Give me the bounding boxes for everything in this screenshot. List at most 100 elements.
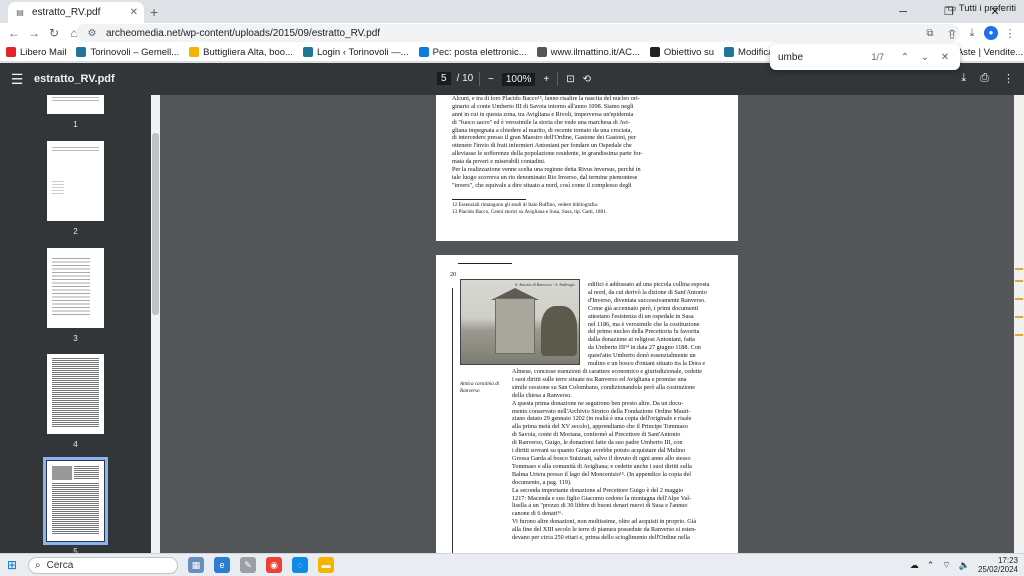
text-line: Balma Urtera presso il lago del Moncenis… <box>512 470 691 478</box>
profile-avatar-icon[interactable]: ● <box>984 26 998 40</box>
text-line: ginario al conte Umberto III di Savoia i… <box>452 102 634 110</box>
find-next-icon[interactable]: ⌄ <box>918 52 932 63</box>
back-icon[interactable]: ← <box>4 26 24 40</box>
search-placeholder: Cerca <box>46 559 74 571</box>
find-marker <box>1015 280 1023 282</box>
tray-expand-icon[interactable]: ⌃ <box>927 560 935 571</box>
reload-icon[interactable]: ↻ <box>44 26 64 40</box>
taskbar-search[interactable]: ⌕ Cerca <box>28 556 178 574</box>
page-thumbnail-5[interactable] <box>43 457 108 545</box>
bookmark-item[interactable]: Libero Mail <box>6 47 66 58</box>
text-line: alla fine del XIII secolo le terre di pi… <box>512 526 697 534</box>
chrome-icon[interactable]: ◉ <box>266 557 282 573</box>
zoom-input[interactable]: 100% <box>501 72 536 86</box>
margin-line <box>452 288 453 553</box>
clock[interactable]: 17:23 25/02/2024 <box>978 556 1018 574</box>
tree-shape <box>541 306 577 356</box>
zoom-out-icon[interactable]: − <box>488 74 494 85</box>
text-line: Tommaso e alla comunità di Avigliana; e … <box>512 462 692 470</box>
zoom-in-icon[interactable]: + <box>543 74 549 85</box>
bookmark-item[interactable]: Buttigliera Alta, boo... <box>189 47 293 58</box>
download-icon[interactable]: ⤓ <box>964 27 980 40</box>
forward-icon[interactable]: → <box>24 26 44 40</box>
text-line: documento, a pag. 119). <box>512 478 572 486</box>
footnote-rule <box>452 199 526 200</box>
page-thumbnail-2[interactable] <box>47 141 104 221</box>
all-bookmarks-label: Tutti i preferiti <box>958 3 1016 14</box>
find-previous-icon[interactable]: ⌃ <box>898 52 912 63</box>
new-tab-icon[interactable]: + <box>150 4 158 20</box>
text-line: Per la realizzazione venne scelta una re… <box>452 166 641 174</box>
bookmark-item[interactable]: Torinovoli – Gemell... <box>76 47 179 58</box>
pdf-download-icon[interactable]: ⤓ <box>961 72 966 85</box>
file-explorer-icon[interactable]: ▬ <box>318 557 334 573</box>
text-line: ziano datato 29 gennaio 1202 (in realtà … <box>512 415 692 423</box>
bookmark-favicon-icon <box>724 47 735 57</box>
text-line: nel 1186, ma è verosimile che la costitu… <box>588 320 700 328</box>
text-line: i suoi diritti sulle terre situate tra R… <box>512 375 687 383</box>
pdf-menu-icon[interactable]: ☰ <box>0 71 34 88</box>
network-icon[interactable]: ⌔ <box>942 560 950 571</box>
text-line: di Ranverso, Guigo, le donazioni fatte d… <box>512 439 683 447</box>
app-icon[interactable]: ✎ <box>240 557 256 573</box>
viewer-scrollbar[interactable] <box>1014 95 1024 553</box>
bookmark-item[interactable]: Pec: posta elettronic... <box>418 46 527 58</box>
text-line: "invers", che equivale a dire situato a … <box>452 181 632 189</box>
bookmark-item[interactable]: www.ilmattino.it/AC... <box>536 46 640 58</box>
install-app-icon[interactable]: ⧉ <box>922 28 938 39</box>
widgets-icon[interactable]: ▦ <box>188 557 204 573</box>
sidebar-scrollbar[interactable] <box>151 95 160 553</box>
bookmark-label: Pec: posta elettronic... <box>432 46 527 58</box>
side-panel-icon[interactable]: ▯ <box>944 27 960 40</box>
text-line: La seconda importante donazione al Prece… <box>512 486 684 494</box>
text-line: di Savoia, conte di Moriana, confermò al… <box>512 431 681 439</box>
page-number-input[interactable]: 5 <box>437 72 451 85</box>
edge-icon[interactable]: e <box>214 557 230 573</box>
minimize-icon[interactable]: ─ <box>880 6 926 18</box>
find-bar: umbe 1/7 ⌃ ⌄ ✕ <box>770 44 960 70</box>
print-icon[interactable]: ⎙ <box>980 72 989 85</box>
browser-tab[interactable]: ▤ estratto_RV.pdf ✕ <box>8 2 144 23</box>
bookmark-item[interactable]: Login ‹ Torinovoli —... <box>302 47 409 58</box>
close-tab-icon[interactable]: ✕ <box>130 7 138 18</box>
bookmark-label: www.ilmattino.it/AC... <box>550 46 640 58</box>
thumbnail-photo <box>52 466 72 480</box>
footnotes: 12 Essenziali rimangono gli studi di Ita… <box>452 202 678 216</box>
find-close-icon[interactable]: ✕ <box>938 52 952 63</box>
fit-page-icon[interactable]: ⊡ <box>566 74 574 85</box>
address-bar[interactable]: ⚙ archeomedia.net/wp-content/uploads/201… <box>76 24 960 42</box>
text-line: Grossa Garda al bosco Suisinait, salvo i… <box>512 454 691 462</box>
tab-strip: ▤ estratto_RV.pdf ✕ + ─ ❐ ✕ <box>0 0 1024 23</box>
system-tray: ☁ ⌃ ⌔ 🔈 17:23 25/02/2024 <box>910 556 1018 574</box>
pdf-more-icon[interactable]: ⋮ <box>1003 72 1014 85</box>
text-line: quest'atto Umberto donò essenzialmente u… <box>588 352 696 360</box>
thumbnail-number: 2 <box>73 227 78 236</box>
pdf-page-bottom: 20 S. Antonio di Ranverso - S. Ambrogio … <box>436 255 738 553</box>
navigation-bar: ← → ↻ ⌂ ⚙ archeomedia.net/wp-content/upl… <box>0 23 1024 43</box>
windows-start-icon[interactable]: ⊞ <box>0 558 24 572</box>
text-line: dalla donazione ai religiosi Antoniani, … <box>588 336 695 344</box>
text-line: 12 Essenziali rimangono gli studi di Ita… <box>452 202 599 208</box>
text-line: di intercedere presso il gran Maestro de… <box>452 134 636 142</box>
bookmark-item[interactable]: Obiettivo su <box>649 47 714 58</box>
text-line: della chiesa a Ranverso. <box>512 391 572 399</box>
rotate-icon[interactable]: ⟲ <box>583 74 591 85</box>
volume-icon[interactable]: 🔈 <box>959 560 970 571</box>
site-info-icon[interactable]: ⚙ <box>84 28 100 39</box>
menu-kebab-icon[interactable]: ⋮ <box>1002 27 1018 40</box>
page-thumbnail-3[interactable] <box>47 248 104 328</box>
page-thumbnail-1[interactable] <box>47 95 104 114</box>
find-input[interactable]: umbe <box>778 52 865 63</box>
text-line: A questa prima donazione ne seguirono be… <box>512 399 684 407</box>
text-line: al nord, da cui derivò la dizione di San… <box>588 288 707 296</box>
text-line: Alcuni, e tra di loro Placido Bacco¹³, f… <box>452 95 640 102</box>
scrollbar-thumb[interactable] <box>152 133 159 315</box>
page-thumbnail-4[interactable] <box>47 354 104 434</box>
weather-icon[interactable]: ☁ <box>910 560 919 571</box>
all-bookmarks-button[interactable]: ▭ Tutti i preferiti <box>947 3 1016 14</box>
text-line: devano per circa 250 ettari e, prima del… <box>512 534 690 542</box>
edge-browser-icon[interactable]: ◌ <box>292 557 308 573</box>
thumbnail-number: 3 <box>73 334 78 343</box>
url-text: archeomedia.net/wp-content/uploads/2015/… <box>106 27 381 39</box>
text-line: Come già accennato però, i primi documen… <box>588 304 699 312</box>
